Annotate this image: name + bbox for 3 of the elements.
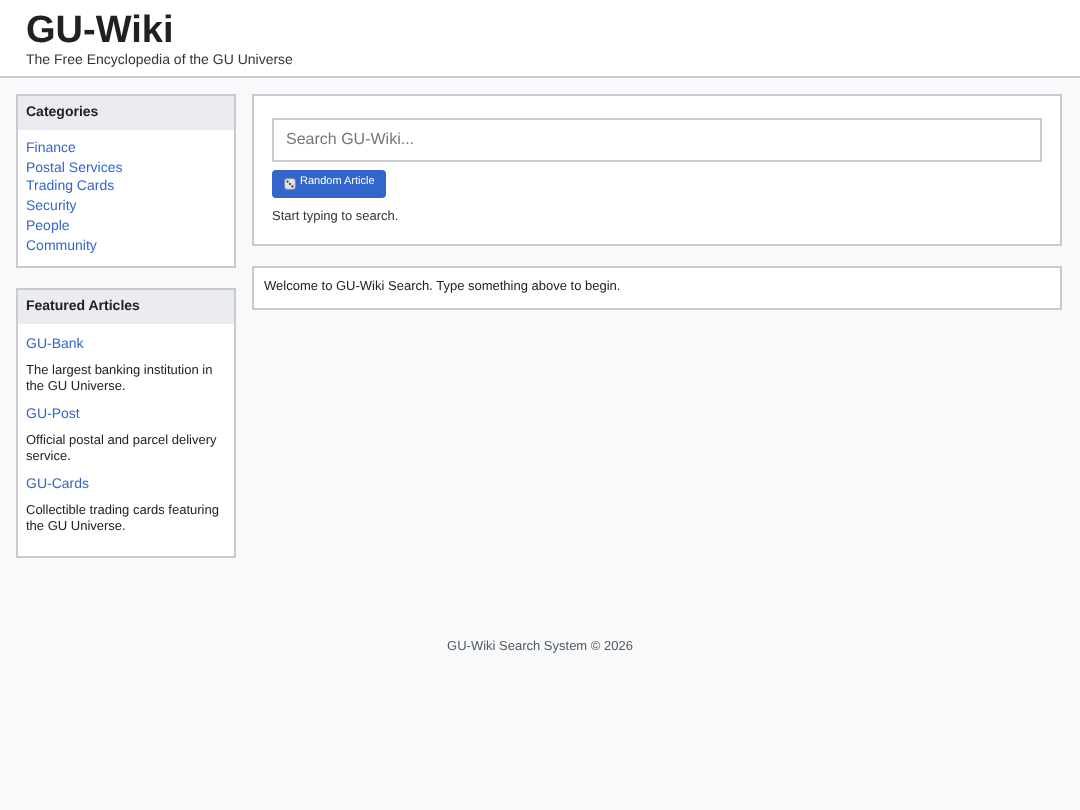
search-field[interactable]: Search GU-Wiki... xyxy=(272,117,1042,161)
dice-icon xyxy=(284,177,296,189)
site-title: GU-Wiki xyxy=(26,12,174,52)
